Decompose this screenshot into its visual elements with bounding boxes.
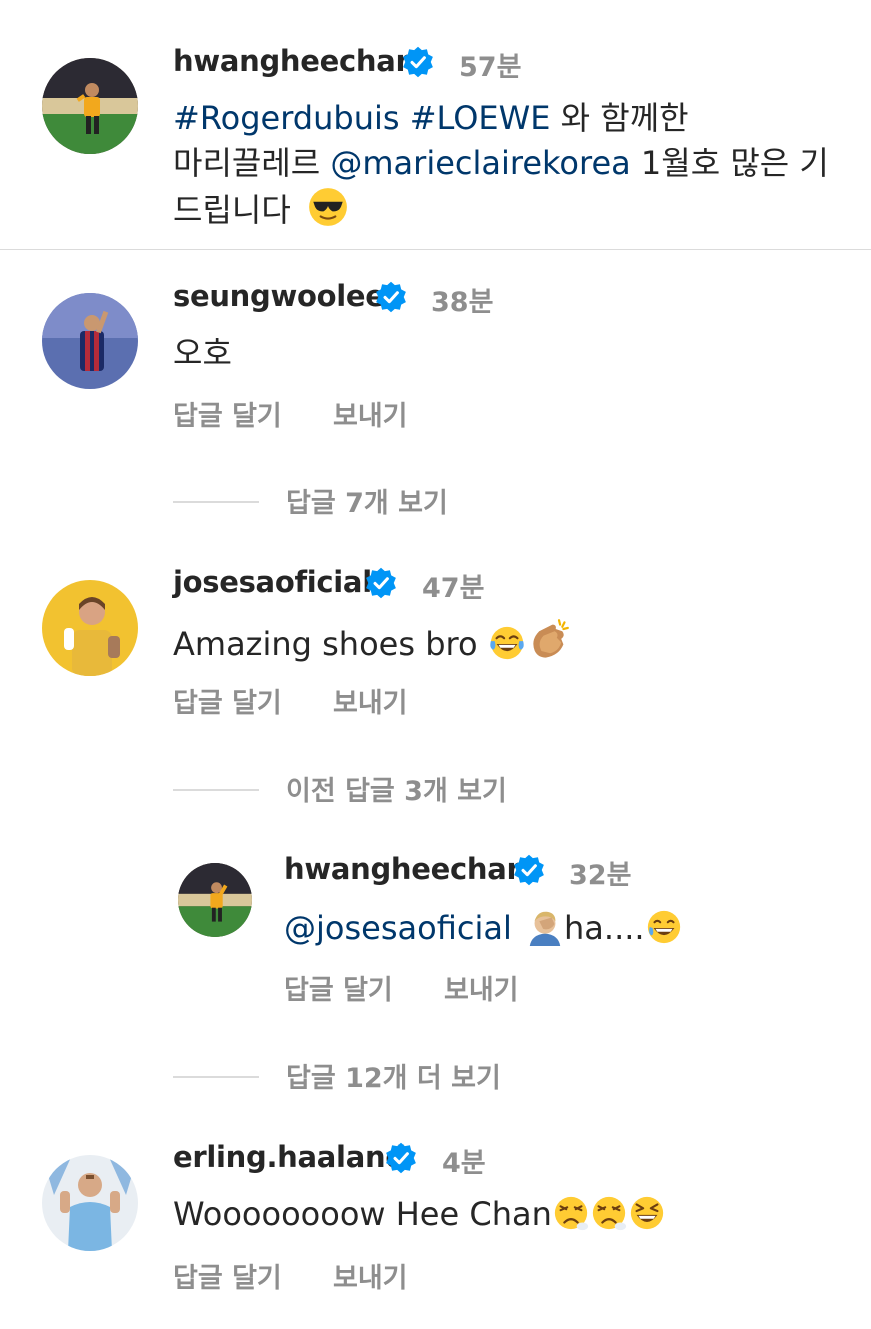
post-time: 57분 — [459, 52, 522, 83]
comment-text: Amazing shoes bro — [173, 625, 478, 663]
send-button[interactable]: 보내기 — [333, 394, 408, 433]
reply-text-row: @josesaoficial ha.... — [284, 906, 683, 951]
comment-username[interactable]: erling.haaland — [173, 1140, 406, 1174]
view-more-replies-button[interactable]: 답글 12개 더 보기 — [173, 1056, 623, 1096]
caption-text: 마리끌레르 — [173, 144, 321, 182]
comment-username[interactable]: josesaoficial — [173, 565, 372, 599]
comment-text-row: Amazing shoes bro — [173, 618, 570, 667]
tired-face-icon — [554, 1196, 588, 1231]
reply-time: 32분 — [569, 860, 632, 891]
mention-link[interactable]: @marieclairekorea — [330, 144, 630, 182]
sunglasses-face-icon — [309, 188, 347, 226]
reply-username[interactable]: hwangheechan — [284, 852, 527, 886]
post-caption-line3: 드립니다 — [173, 186, 349, 233]
avatar[interactable] — [42, 293, 138, 389]
avatar[interactable] — [42, 580, 138, 676]
comment-username[interactable]: seungwoolee — [173, 279, 385, 313]
comment-time: 47분 — [422, 573, 485, 604]
send-button[interactable]: 보내기 — [333, 681, 408, 720]
post-username[interactable]: hwangheechan — [173, 44, 416, 78]
laughing-face-icon — [630, 1196, 664, 1230]
comment-text: 오호 — [173, 334, 232, 372]
reply-button[interactable]: 답글 달기 — [173, 681, 282, 720]
view-more-replies-label: 답글 12개 더 보기 — [286, 1063, 501, 1094]
verified-icon — [386, 1142, 416, 1174]
post-caption-line2: 마리끌레르 @marieclairekorea 1월호 많은 기 — [173, 141, 829, 186]
verified-icon — [514, 854, 544, 886]
send-button[interactable]: 보내기 — [444, 968, 519, 1007]
mention-link[interactable]: @josesaoficial — [284, 909, 512, 947]
caption-text: 1월호 많은 기 — [640, 144, 829, 182]
hashtag-link[interactable]: #Rogerdubuis — [173, 99, 400, 137]
view-previous-replies-label: 이전 답글 3개 보기 — [286, 776, 507, 807]
tired-face-icon — [592, 1196, 626, 1231]
view-replies-line — [173, 1076, 259, 1078]
avatar[interactable] — [42, 1155, 138, 1251]
reply-button[interactable]: 답글 달기 — [173, 394, 282, 433]
reply-text: ha.... — [564, 909, 645, 947]
comment-time: 4분 — [442, 1148, 486, 1179]
caption-text: 드립니다 — [173, 191, 291, 229]
facepalm-icon — [529, 911, 561, 946]
hashtag-link[interactable]: #LOEWE — [410, 99, 551, 137]
comment-text: Woooooooow Hee Chan — [173, 1195, 552, 1233]
reply-button[interactable]: 답글 달기 — [173, 1256, 282, 1295]
comment-text-row: Woooooooow Hee Chan — [173, 1192, 666, 1237]
verified-icon — [376, 281, 406, 313]
verified-icon — [366, 567, 396, 599]
avatar[interactable] — [42, 58, 138, 154]
post-caption-line1: #Rogerdubuis #LOEWE 와 함께한 — [173, 96, 689, 141]
avatar[interactable] — [178, 863, 252, 937]
view-replies-line — [173, 789, 259, 791]
view-replies-line — [173, 501, 259, 503]
view-replies-label: 답글 7개 보기 — [286, 488, 448, 519]
caption-divider — [0, 249, 871, 250]
grinning-sweat-icon — [647, 910, 680, 944]
view-replies-button[interactable]: 답글 7개 보기 — [173, 481, 573, 521]
tears-of-joy-icon — [490, 626, 524, 660]
reply-button[interactable]: 답글 달기 — [284, 968, 393, 1007]
send-button[interactable]: 보내기 — [333, 1256, 408, 1295]
verified-icon — [403, 46, 433, 78]
clapping-hands-icon — [533, 619, 569, 658]
caption-text: 와 함께한 — [560, 99, 689, 137]
view-previous-replies-button[interactable]: 이전 답글 3개 보기 — [173, 769, 623, 809]
comment-time: 38분 — [431, 287, 494, 318]
